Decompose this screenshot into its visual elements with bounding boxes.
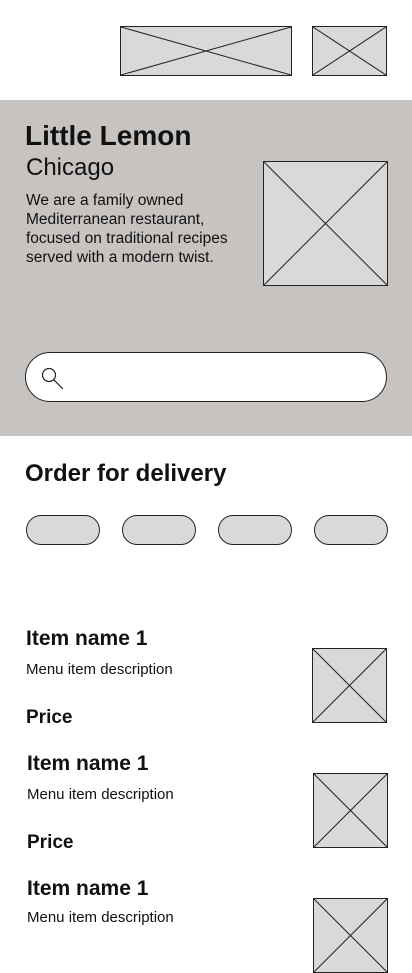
menu-item-price: Price xyxy=(27,832,74,853)
image-placeholder-icon xyxy=(314,774,387,847)
menu-item-name[interactable]: Item name 1 xyxy=(27,751,148,777)
logo-placeholder[interactable] xyxy=(120,26,292,76)
search-icon xyxy=(39,365,65,391)
menu-item-image[interactable] xyxy=(313,898,388,973)
menu-item-description: Menu item description xyxy=(27,786,174,803)
image-placeholder-icon xyxy=(314,899,387,972)
menu-item-price: Price xyxy=(26,707,73,728)
basket-placeholder[interactable] xyxy=(312,26,387,76)
menu-item-name[interactable]: Item name 1 xyxy=(27,876,148,902)
category-chip[interactable] xyxy=(122,515,196,545)
menu-item-name[interactable]: Item name 1 xyxy=(26,626,147,652)
menu-item-description: Menu item description xyxy=(27,909,174,926)
image-placeholder-icon xyxy=(121,27,291,75)
hero-image xyxy=(263,161,388,286)
delivery-section-title: Order for delivery xyxy=(25,460,227,487)
image-placeholder-icon xyxy=(313,27,386,75)
category-chip[interactable] xyxy=(314,515,388,545)
image-placeholder-icon xyxy=(264,162,387,285)
menu-item-image[interactable] xyxy=(313,773,388,848)
search-input[interactable] xyxy=(25,352,387,402)
category-chip[interactable] xyxy=(26,515,100,545)
hero-subtitle: Chicago xyxy=(26,154,115,181)
hero-description: We are a family owned Mediterranean rest… xyxy=(26,192,228,266)
menu-item-image[interactable] xyxy=(312,648,387,723)
category-chip[interactable] xyxy=(218,515,292,545)
menu-item-description: Menu item description xyxy=(26,661,173,678)
image-placeholder-icon xyxy=(313,649,386,722)
hero-title: Little Lemon xyxy=(25,120,192,151)
